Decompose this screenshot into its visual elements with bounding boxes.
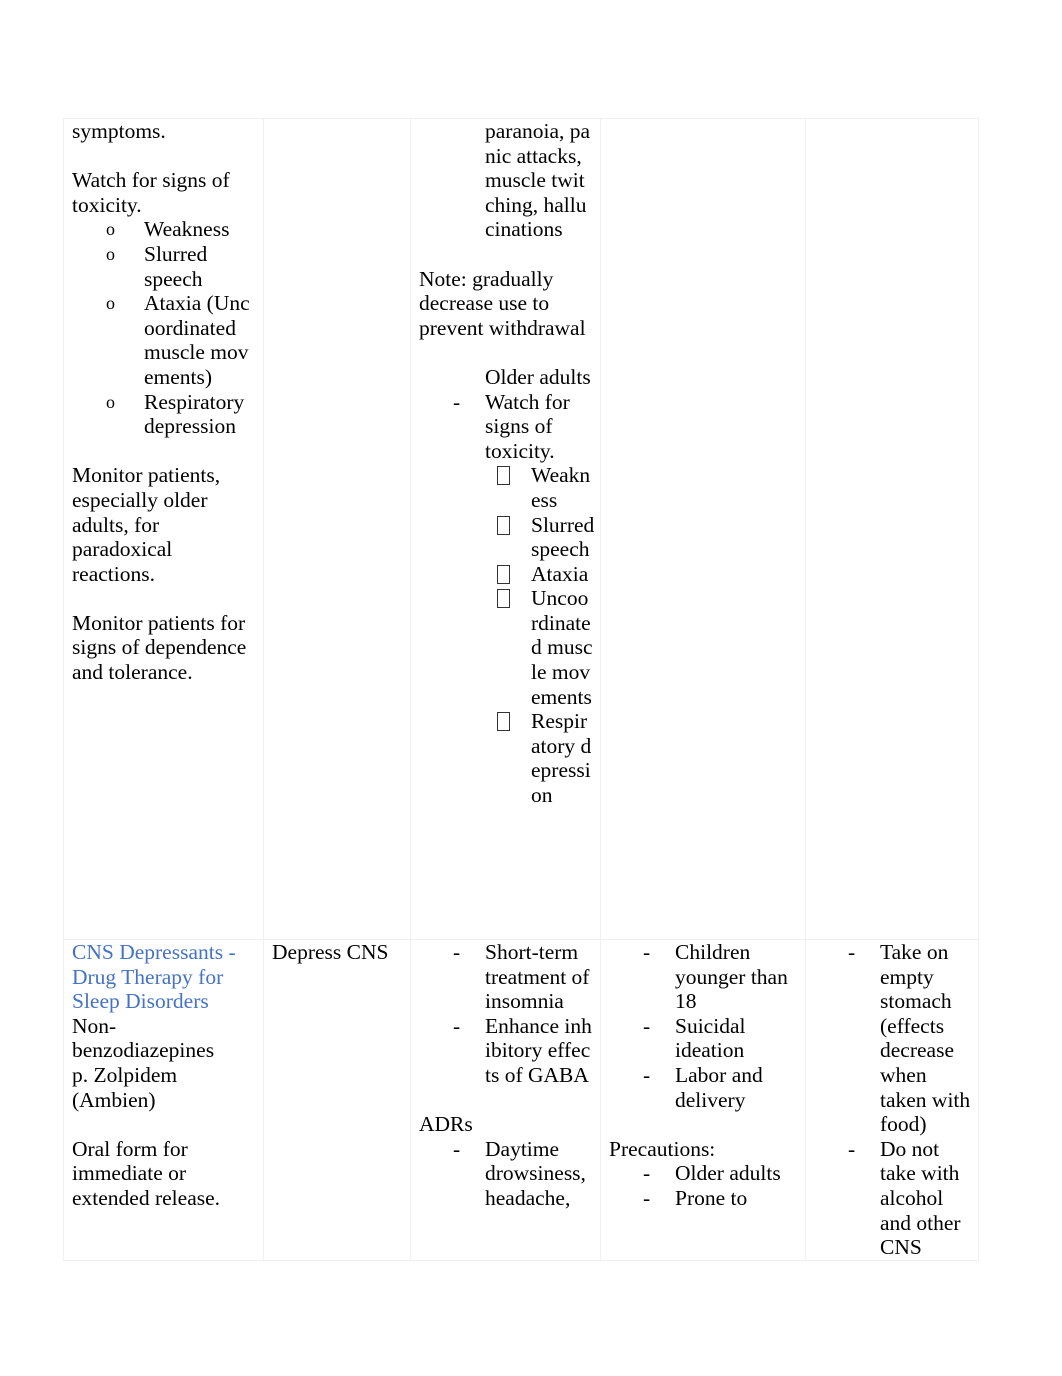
- paragraph-paradoxical-reactions: Monitor patients, especially older adult…: [72, 463, 221, 586]
- list-contraindications: - Children younger than 18 - Suicidal idea…: [609, 940, 799, 1112]
- paragraph-precautions-label: Precautions:: [609, 1136, 716, 1161]
- table-row: symptoms. Watch for signs of toxicity. o…: [63, 118, 979, 940]
- drug-class-heading: CNS Depressants - Drug Therapy for Sleep…: [72, 940, 236, 1014]
- paragraph-oral-form: Oral form for immediate or extended rele…: [72, 1136, 221, 1210]
- document-page: symptoms. Watch for signs of toxicity. o…: [0, 0, 1062, 1376]
- cell-nursing-interventions: symptoms. Watch for signs of toxicity. o…: [63, 118, 264, 940]
- dash-marker-icon: -: [643, 1161, 651, 1186]
- wingding-box-marker-icon: [497, 562, 510, 587]
- paragraph-prototype-drug: p. Zolpidem (Ambien): [72, 1062, 178, 1112]
- dash-marker-icon: -: [848, 940, 856, 964]
- list-toxicity-signs-sub: Weakness Slurred speech Ataxia Uncoordin…: [419, 463, 594, 807]
- list-item: - Labor and delivery: [643, 1062, 763, 1112]
- wingding-box-marker-icon: [497, 463, 510, 488]
- table-row: CNS Depressants - Drug Therapy for Sleep…: [63, 939, 979, 1261]
- wingding-box-marker-icon: [497, 709, 510, 734]
- list-precautions: - Older adults - Prone to: [609, 1161, 799, 1210]
- circle-marker-icon: o: [106, 293, 115, 314]
- list-item: - Short-term treatment of insomnia: [453, 940, 590, 1014]
- list-item: - Older adults: [643, 1161, 781, 1186]
- paragraph-nonbenzodiazepines: Non-benzodiazepines: [72, 1013, 215, 1063]
- dash-marker-icon: -: [453, 1013, 461, 1038]
- circle-marker-icon: o: [106, 219, 115, 240]
- dash-marker-icon: -: [643, 1013, 651, 1038]
- cell-action: Depress CNS: [263, 939, 411, 1261]
- list-item: - Prone to: [643, 1185, 748, 1210]
- list-item: Weakness: [419, 463, 594, 512]
- list-item: o Ataxia (Uncoordinated muscle movements): [106, 291, 250, 389]
- paragraph-note-taper: Note: gradually decrease use to prevent …: [419, 266, 586, 340]
- list-item: - Take on empty stomach (effects decrease…: [848, 940, 971, 1137]
- cell-action-empty: [263, 118, 411, 940]
- cell-interactions-empty: [805, 118, 979, 940]
- dash-marker-icon: -: [643, 940, 651, 964]
- content-table: symptoms. Watch for signs of toxicity. o…: [63, 118, 979, 1261]
- dash-marker-icon: -: [453, 940, 461, 964]
- circle-marker-icon: o: [106, 391, 115, 412]
- wingding-box-marker-icon: [497, 513, 510, 538]
- wingding-box-marker-icon: [497, 586, 510, 611]
- list-item: Uncoordinated muscle movements: [419, 586, 594, 709]
- list-item: - Children younger than 18: [643, 940, 788, 1014]
- paragraph-older-adults: Older adults: [485, 364, 591, 389]
- list-watch-toxicity: - Watch for signs of toxicity.: [419, 390, 594, 464]
- list-item: - Watch for signs of toxicity.: [453, 389, 570, 463]
- list-item: - Suicidal ideation: [643, 1013, 746, 1063]
- cell-contraindications-empty: [600, 118, 806, 940]
- list-item: - Daytime drowsiness, headache,: [453, 1136, 586, 1210]
- dash-marker-icon: -: [848, 1136, 856, 1161]
- list-toxicity-signs: o Weakness o Slurred speech o Ataxia (Uncoo…: [72, 217, 257, 438]
- paragraph-symptoms: symptoms.: [72, 119, 166, 143]
- cell-uses-adrs: paranoia, panic attacks, muscle twitchin…: [410, 118, 601, 940]
- dash-marker-icon: -: [643, 1185, 651, 1210]
- list-item: - Do not take with alcohol and other CNS: [848, 1136, 961, 1260]
- dash-marker-icon: -: [453, 389, 461, 414]
- list-adrs: - Daytime drowsiness, headache,: [419, 1137, 594, 1211]
- list-item: Respiratory depression: [419, 709, 594, 807]
- list-therapeutic-uses: - Short-term treatment of insomnia - Enhan…: [419, 940, 594, 1088]
- list-item: o Weakness: [106, 217, 230, 242]
- list-item: o Respiratory depression: [106, 389, 245, 439]
- paragraph-withdrawal-symptoms: paranoia, panic attacks, muscle twitchin…: [485, 119, 591, 242]
- paragraph-dependence-tolerance: Monitor patients for signs of dependence…: [72, 610, 247, 685]
- list-item: Slurred speech: [419, 513, 594, 562]
- list-item: o Slurred speech: [106, 241, 208, 291]
- cell-interactions: - Take on empty stomach (effects decrease…: [805, 939, 979, 1261]
- paragraph-watch-toxicity: Watch for signs of toxicity.: [72, 168, 230, 217]
- dash-marker-icon: -: [453, 1136, 461, 1161]
- list-administration-notes: - Take on empty stomach (effects decrease…: [814, 940, 972, 1260]
- circle-marker-icon: o: [106, 243, 115, 264]
- paragraph-adrs-label: ADRs: [419, 1112, 473, 1137]
- cell-drug-class: CNS Depressants - Drug Therapy for Sleep…: [63, 939, 264, 1261]
- paragraph-depress-cns: Depress CNS: [272, 940, 389, 964]
- list-item: Ataxia: [419, 562, 594, 587]
- list-item: - Enhance inhibitory effects of GABA: [453, 1013, 592, 1087]
- cell-contraindications: - Children younger than 18 - Suicidal idea…: [600, 939, 806, 1261]
- cell-uses-adrs-bottom: - Short-term treatment of insomnia - Enhan…: [410, 939, 601, 1261]
- dash-marker-icon: -: [643, 1062, 651, 1087]
